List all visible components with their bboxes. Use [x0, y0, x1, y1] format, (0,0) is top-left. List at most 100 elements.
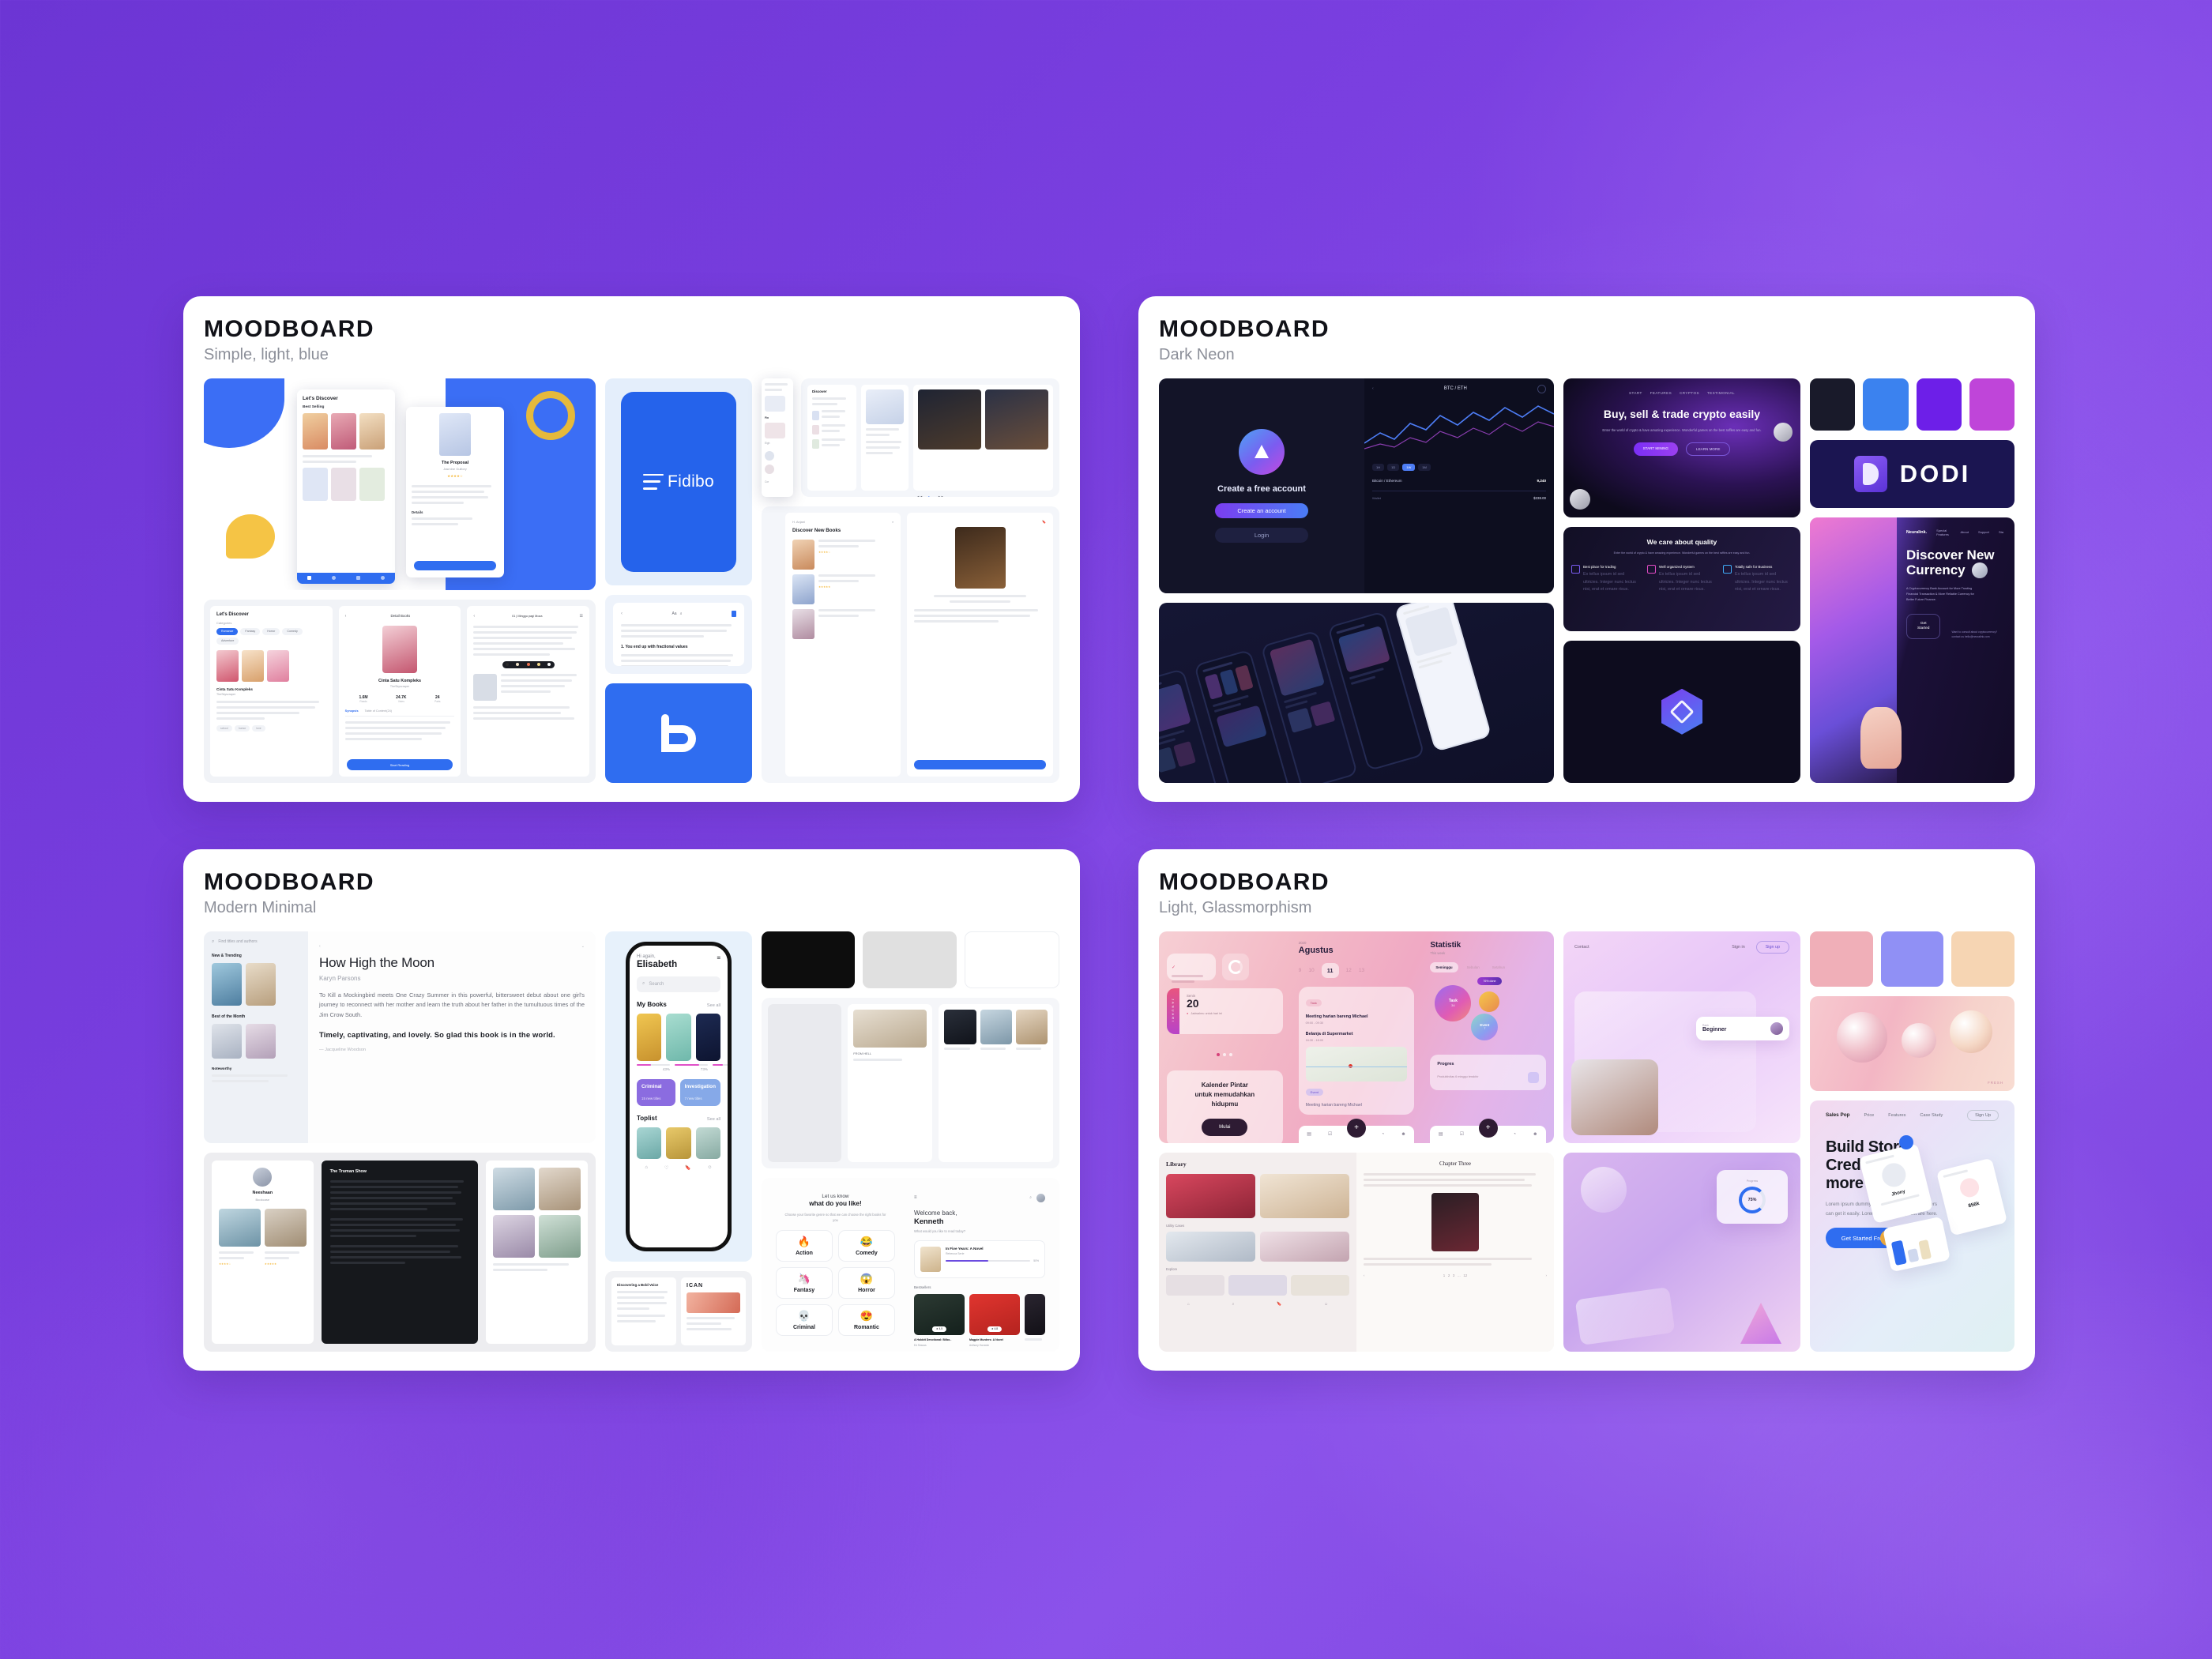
swatch-black[interactable]	[762, 931, 856, 988]
nav-item[interactable]: TESTIMONIAL	[1707, 391, 1735, 395]
search-icon[interactable]: ⌕	[1232, 1302, 1235, 1307]
bubble-task[interactable]: Task 34	[1435, 984, 1472, 1021]
book-cover[interactable]	[331, 412, 356, 450]
bubble-small[interactable]	[1479, 991, 1500, 1012]
bestseller-item[interactable]: ★ 4.5 A Hobbit Devotional: Bilbo.. Ed St…	[913, 1293, 965, 1347]
tile-crypto-dashboard[interactable]: Create a free account Create an account …	[1159, 378, 1554, 593]
genre-tile-action[interactable]: 🔥 Action	[776, 1230, 833, 1262]
app-screenshot-browse[interactable]: ⌕ Find titles and authors New & Trending…	[204, 931, 308, 1143]
tile-article-pair[interactable]: Discovering a Bold Voice ICAN	[605, 1270, 752, 1352]
calendar-icon[interactable]: ▤	[1307, 1131, 1311, 1137]
signup-button[interactable]: Sign up	[1755, 940, 1789, 954]
next-icon[interactable]: ›	[1546, 1273, 1547, 1277]
create-account-button[interactable]: Create an account	[1215, 502, 1308, 518]
start-reading-button[interactable]: Start Reading	[346, 759, 453, 770]
genre-tile-fantasy[interactable]: 🦄 Fantasy	[776, 1267, 833, 1300]
genre-screen[interactable]: Let us know what do you like! Choose you…	[769, 1186, 901, 1344]
chart-icon[interactable]	[1528, 1071, 1540, 1083]
card[interactable]: Jhony	[1858, 1142, 1934, 1224]
tile-signup-hero[interactable]: Contact Sign in Sign up Rank Beginner	[1563, 931, 1800, 1143]
moodboard-panel-light-glassmorphism[interactable]: MOODBOARD Light, Glassmorphism ✓ JANUARI…	[1138, 849, 2035, 1371]
moodboard-panel-simple-light-blue[interactable]: MOODBOARD Simple, light, blue Let's Disc…	[183, 296, 1080, 802]
welcome-screen[interactable]: ≡ ⌕ Welcome back, Kenneth What would you…	[908, 1186, 1051, 1347]
swatch-pink[interactable]	[1810, 931, 1873, 987]
hero-nav[interactable]: START FEATURES CRYPTOS TESTIMONIAL	[1573, 391, 1791, 395]
home-icon[interactable]: ⌂	[1187, 1302, 1190, 1307]
tile-reader-dark[interactable]: Neeshaan Bookcase ★★★★☆ ★★★★★ The Truman…	[204, 1152, 596, 1352]
app-screenshot-discover[interactable]: Let's Discover Best Selling	[297, 389, 395, 584]
day-item[interactable]: 12	[1346, 968, 1352, 973]
nav-item[interactable]: Special Features	[1936, 529, 1951, 536]
book-cover[interactable]	[359, 412, 385, 450]
tile-book-reader[interactable]: ⌕ Find titles and authors New & Trending…	[204, 931, 596, 1143]
avatar[interactable]	[1036, 1193, 1045, 1202]
rank-card[interactable]: Rank Beginner	[1696, 1016, 1789, 1040]
stats-tabs[interactable]: Seminggu Sebulan Setahun	[1430, 961, 1546, 972]
nav-item[interactable]: Features	[1888, 1113, 1905, 1118]
book-cover[interactable]	[637, 1127, 662, 1159]
nav-item[interactable]: Support	[1978, 530, 1989, 534]
book-cover[interactable]	[637, 1013, 662, 1061]
see-all-link[interactable]: See all	[707, 1117, 720, 1122]
crypto-chart-screen[interactable]: ‹ BTC / ETH 1H 1D 1W 1M Bitcoin / Ethere…	[1364, 378, 1554, 593]
book-cover[interactable]	[666, 1127, 691, 1159]
profile-icon[interactable]: ☺	[1324, 1302, 1328, 1307]
swatch-blue[interactable]	[1863, 378, 1909, 431]
app-screenshot-sidebar[interactable]: Fin Eigh Cor	[762, 378, 793, 497]
tile-store-landing[interactable]: Sales Pop Price Features Case Study Sign…	[1810, 1100, 2014, 1352]
media-controls[interactable]: ◀◀▶▶▶	[807, 495, 1053, 497]
map-thumbnail[interactable]	[1305, 1046, 1408, 1082]
book-cover[interactable]	[695, 1013, 720, 1061]
date-card[interactable]: JANUARI Senin 20 ● Jadwalmu untuk hari in…	[1167, 988, 1283, 1034]
category-chips[interactable]: Romance Fantasy Horror Comedy Adventure	[216, 627, 326, 645]
nav-item[interactable]: START	[1629, 391, 1642, 395]
filter-icon[interactable]: ≡	[717, 954, 720, 961]
library-screen[interactable]: Library Utility Cases Explore ⌂ ⌕ 🔖 ☺	[1159, 1153, 1356, 1352]
tile-neuralink-hero[interactable]: Neuralink. Special Features About Suppor…	[1810, 517, 2014, 783]
tile-genre-picker[interactable]: Let us know what do you like! Choose you…	[762, 1177, 1059, 1352]
tile-app-flow-strip[interactable]: Let's Discover Categories Romance Fantas…	[204, 599, 596, 783]
nav-item[interactable]: FEATURES	[1650, 391, 1672, 395]
learn-more-button[interactable]: LEARN MORE	[1686, 442, 1731, 457]
tile-phone-mockups[interactable]	[1159, 602, 1554, 783]
swatch-dark[interactable]	[1810, 378, 1856, 431]
category-cards[interactable]: Criminal 15 new titles Investigation 7 n…	[637, 1078, 720, 1106]
day-item[interactable]: 13	[1359, 968, 1364, 973]
book-cover[interactable]	[303, 412, 328, 450]
nav-item[interactable]: Contact	[1574, 945, 1589, 950]
profile-icon[interactable]: ☻	[1533, 1132, 1537, 1137]
tile-hex-logo[interactable]	[1563, 640, 1800, 783]
calendar-intro-screen[interactable]: ✓ JANUARI Senin 20 ● Jadwalmu untuk hari…	[1159, 931, 1291, 1143]
bottom-nav[interactable]: ⌂ ♡ 🔖 ☺	[637, 1165, 720, 1171]
start-mining-button[interactable]: START MINING	[1633, 442, 1679, 457]
add-button[interactable]: +	[1478, 1118, 1498, 1138]
add-button[interactable]: +	[1347, 1118, 1366, 1138]
card[interactable]: 856k	[1936, 1157, 2008, 1236]
search-input[interactable]: Find titles and authors	[218, 939, 257, 944]
day-strip[interactable]: 9 10 11 12 13	[1299, 962, 1415, 978]
tile-gradient-orbs[interactable]: FRESH	[1810, 995, 2014, 1091]
category-card[interactable]: Investigation 7 new titles	[679, 1078, 720, 1106]
tile-crypto-hero[interactable]: START FEATURES CRYPTOS TESTIMONIAL Buy, …	[1563, 378, 1800, 517]
clock-icon[interactable]: ◔	[1513, 1132, 1516, 1137]
book-cover[interactable]	[666, 1013, 691, 1061]
bubble-event[interactable]: Event 7	[1471, 1013, 1499, 1040]
swatch-white[interactable]	[964, 931, 1059, 988]
tab-item[interactable]: Setahun	[1488, 962, 1509, 972]
category-card[interactable]: Criminal 15 new titles	[637, 1078, 675, 1106]
tile-fidibo-logo[interactable]: Fidibo	[605, 378, 752, 585]
mulai-button[interactable]: Mulai	[1202, 1118, 1248, 1136]
app-screenshot-book-profile[interactable]: ‹ Detail Books Cinta Satu Kompleks TheSk…	[338, 605, 461, 777]
search-icon[interactable]: ⌕	[1029, 1195, 1032, 1200]
calendar-agenda-screen[interactable]: 2020 Agustus 9 10 11 12 13 Task Meeting …	[1291, 931, 1423, 1143]
app-screenshot-reader[interactable]: ‹ 01 | Minggu pagi Moza ☰	[467, 605, 590, 777]
login-button[interactable]: Login	[1215, 527, 1308, 543]
check-icon[interactable]: ☑	[1328, 1131, 1332, 1137]
tile-reader-article[interactable]: ‹ Aa ⌕ 1. You end up with fractional val…	[605, 594, 752, 674]
tile-bookmark-logo[interactable]	[605, 683, 752, 783]
app-screenshot-profile[interactable]: Neeshaan Bookcase ★★★★☆ ★★★★★	[212, 1160, 314, 1344]
heart-icon[interactable]: ♡	[664, 1165, 668, 1171]
swatch-magenta[interactable]	[1969, 378, 2014, 431]
tile-phone-mockup[interactable]: Hi again, Elisabeth ≡ ⌕ Search My Books S…	[605, 931, 752, 1262]
current-book-card[interactable]: In Five Years: A Novel Rebecca Serle 50%	[913, 1240, 1045, 1278]
